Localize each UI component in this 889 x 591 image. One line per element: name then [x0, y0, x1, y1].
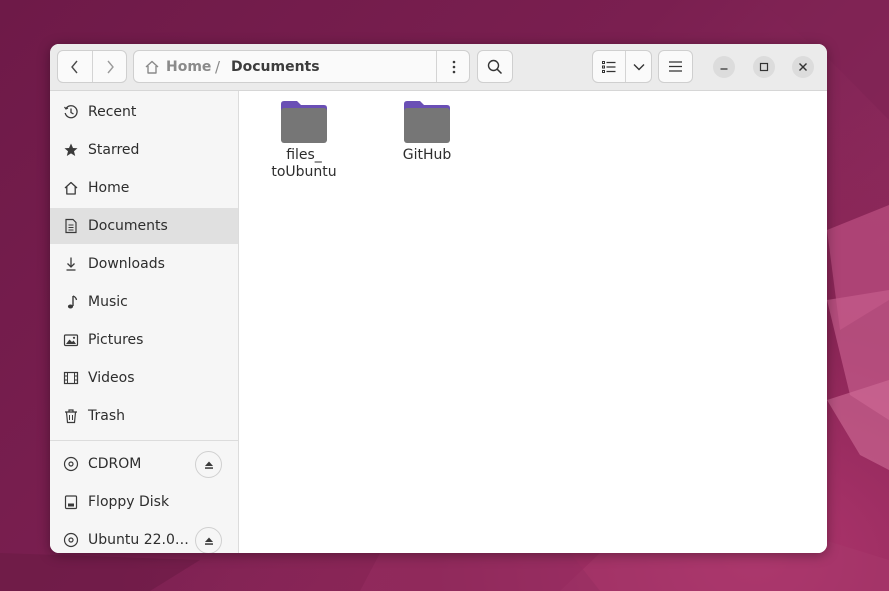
- sidebar-item-label: Documents: [88, 218, 168, 234]
- sidebar-item-label: Ubuntu 22.0…: [88, 532, 189, 548]
- music-icon: [63, 294, 79, 310]
- sidebar-item-label: Downloads: [88, 256, 165, 272]
- sidebar-item-label: Music: [88, 294, 128, 310]
- sidebar-item-label: Recent: [88, 104, 137, 120]
- chevron-down-icon: [633, 63, 645, 70]
- eject-ubuntu-button[interactable]: [195, 527, 222, 553]
- document-icon: [63, 218, 79, 234]
- disc-icon: [63, 532, 79, 548]
- minimize-icon: [720, 68, 728, 70]
- sidebar-device-floppy[interactable]: Floppy Disk: [50, 484, 238, 520]
- back-button[interactable]: [58, 51, 92, 82]
- folder-item[interactable]: GitHub: [387, 100, 467, 164]
- trash-icon: [63, 408, 79, 424]
- file-manager-window: Home / Documents Recent Starred Home Doc…: [50, 44, 827, 553]
- sidebar-item-home[interactable]: Home: [50, 170, 238, 206]
- forward-button[interactable]: [93, 51, 126, 82]
- folder-name-line2: toUbuntu: [271, 164, 337, 180]
- sidebar-item-label: CDROM: [88, 456, 142, 472]
- download-icon: [63, 256, 79, 272]
- sidebar-item-label: Home: [88, 180, 130, 196]
- sidebar-item-downloads[interactable]: Downloads: [50, 246, 238, 282]
- hamburger-icon: [669, 61, 682, 72]
- file-view: files_ toUbuntu GitHub: [239, 91, 827, 553]
- sidebar-item-label: Videos: [88, 370, 135, 386]
- main-menu-button[interactable]: [658, 50, 693, 83]
- folder-name-line1: GitHub: [402, 147, 452, 163]
- navigation-buttons: [57, 50, 127, 83]
- sidebar-device-ubuntu[interactable]: Ubuntu 22.0…: [50, 522, 238, 553]
- sidebar-item-label: Starred: [88, 142, 140, 158]
- sidebar-item-label: Pictures: [88, 332, 144, 348]
- sidebar-item-starred[interactable]: Starred: [50, 132, 238, 168]
- search-button[interactable]: [477, 50, 513, 83]
- folder-name: files_ toUbuntu: [264, 147, 344, 181]
- breadcrumb: Home / Documents: [133, 50, 470, 83]
- home-icon: [145, 60, 159, 74]
- maximize-icon: [759, 62, 769, 72]
- folder-name: GitHub: [387, 147, 467, 164]
- sidebar-item-music[interactable]: Music: [50, 284, 238, 320]
- drive-icon: [63, 494, 79, 510]
- view-options-button[interactable]: [626, 51, 652, 82]
- eject-icon: [204, 461, 213, 469]
- sidebar-device-cdrom[interactable]: CDROM: [50, 446, 238, 482]
- close-icon: [799, 63, 807, 71]
- search-icon: [487, 59, 503, 74]
- sidebar-item-recent[interactable]: Recent: [50, 94, 238, 130]
- home-icon: [63, 180, 79, 196]
- sidebar-item-pictures[interactable]: Pictures: [50, 322, 238, 358]
- view-toggle-group: [592, 50, 652, 83]
- picture-icon: [63, 332, 79, 348]
- sidebar-item-trash[interactable]: Trash: [50, 398, 238, 434]
- maximize-button[interactable]: [753, 56, 775, 78]
- list-view-button[interactable]: [593, 51, 625, 82]
- close-button[interactable]: [792, 56, 814, 78]
- folder-icon: [281, 101, 327, 143]
- list-view-icon: [602, 60, 616, 73]
- eject-cdrom-button[interactable]: [195, 451, 222, 478]
- chevron-left-icon: [71, 60, 78, 73]
- sidebar-item-documents[interactable]: Documents: [50, 208, 238, 244]
- star-icon: [63, 142, 79, 158]
- breadcrumb-current[interactable]: Documents: [231, 51, 320, 82]
- sidebar-item-label: Trash: [88, 408, 125, 424]
- minimize-button[interactable]: [713, 56, 735, 78]
- film-icon: [63, 370, 79, 386]
- sidebar-item-videos[interactable]: Videos: [50, 360, 238, 396]
- breadcrumb-home-label: Home: [166, 58, 212, 75]
- vertical-dots-icon: [452, 60, 455, 73]
- breadcrumb-home[interactable]: Home: [144, 51, 211, 82]
- clock-icon: [63, 104, 79, 120]
- sidebar: Recent Starred Home Documents Downloads …: [50, 91, 239, 553]
- folder-name-line1: files_: [286, 147, 322, 163]
- headerbar: Home / Documents: [50, 44, 827, 91]
- sidebar-item-label: Floppy Disk: [88, 494, 170, 510]
- chevron-right-icon: [107, 60, 114, 73]
- folder-item[interactable]: files_ toUbuntu: [264, 100, 344, 181]
- disc-icon: [63, 456, 79, 472]
- breadcrumb-menu-button[interactable]: [437, 51, 470, 82]
- eject-icon: [204, 537, 213, 545]
- sidebar-divider: [50, 440, 238, 441]
- folder-icon: [404, 101, 450, 143]
- breadcrumb-separator: /: [215, 57, 221, 76]
